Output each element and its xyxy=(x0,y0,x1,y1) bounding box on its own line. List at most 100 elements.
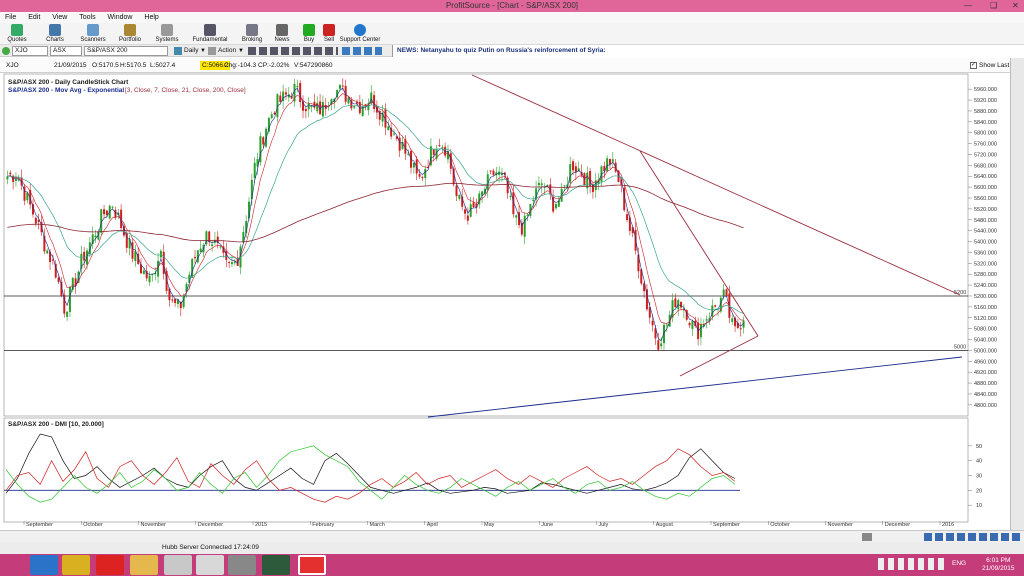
y-tick-label: 4920.000 xyxy=(974,370,997,376)
candle-body xyxy=(341,85,344,87)
candle-body xyxy=(611,159,614,162)
charts-button[interactable]: Charts xyxy=(42,24,68,44)
symbol-code-field[interactable]: XJO xyxy=(12,46,48,56)
candle-body xyxy=(466,215,469,221)
explorer-icon[interactable] xyxy=(130,555,158,575)
candle-body xyxy=(94,235,97,238)
candle-body xyxy=(211,244,214,247)
menu-help[interactable]: Help xyxy=(139,12,163,23)
chrome-icon[interactable] xyxy=(62,555,90,575)
symbol-name-field[interactable]: S&P/ASX 200 xyxy=(84,46,168,56)
x-tick-label: December xyxy=(198,522,224,528)
x-tick-label: November xyxy=(828,522,854,528)
clock-date: 21/09/2015 xyxy=(982,565,1015,572)
candle-body xyxy=(299,82,302,103)
quote-high: H:5170.5 xyxy=(120,62,147,69)
tray-icons[interactable] xyxy=(878,558,948,570)
candle-body xyxy=(469,204,472,217)
price-panel-frame xyxy=(3,73,969,417)
candle-body xyxy=(159,250,162,258)
chart-tools-icons[interactable] xyxy=(248,47,338,55)
navigation-icons[interactable] xyxy=(342,47,382,55)
clock[interactable]: 6:01 PM 21/09/2015 xyxy=(982,557,1015,573)
exchange-field[interactable]: ASX xyxy=(50,46,82,56)
k-app-icon[interactable] xyxy=(96,555,124,575)
x-tick-label: December xyxy=(885,522,911,528)
candle-body xyxy=(373,95,376,110)
news-button[interactable]: News xyxy=(271,24,293,44)
x-tick-label: July xyxy=(599,522,609,528)
buy-icon xyxy=(303,24,315,36)
dmi-y-tick-label: 20 xyxy=(976,488,982,494)
quote-code: XJO xyxy=(6,62,19,69)
candle-body xyxy=(131,242,134,259)
x-tick-label: May xyxy=(484,522,495,528)
news-ticker[interactable]: NEWS: Netanyahu to quiz Putin on Russia'… xyxy=(392,45,1024,57)
broking-button[interactable]: Broking xyxy=(238,24,266,44)
portfolio-button[interactable]: Portfolio xyxy=(115,24,145,44)
profitsource-icon[interactable] xyxy=(298,555,326,575)
mov-avg-title: S&P/ASX 200 - Mov Avg - Exponential xyxy=(8,87,124,94)
candle-body xyxy=(185,283,188,292)
close-button[interactable]: ✕ xyxy=(1012,0,1019,12)
link-icon[interactable] xyxy=(2,47,10,55)
candle-body xyxy=(532,200,535,202)
quotes-button[interactable]: Quotes xyxy=(4,24,30,44)
y-tick-label: 5240.000 xyxy=(974,283,997,289)
y-tick-label: 5320.000 xyxy=(974,261,997,267)
candle-body xyxy=(540,183,543,186)
app-icon-2[interactable] xyxy=(196,555,224,575)
menu-edit[interactable]: Edit xyxy=(23,12,45,23)
action-menu[interactable]: Action xyxy=(218,45,236,57)
vertical-scrollbar[interactable] xyxy=(1010,58,1024,530)
candle-body xyxy=(722,289,725,296)
ie-icon[interactable] xyxy=(30,555,58,575)
minimize-button[interactable]: — xyxy=(964,0,972,12)
show-last-checkbox[interactable]: ✓ xyxy=(970,62,977,69)
candle-body xyxy=(651,320,654,326)
fundamental-button[interactable]: Fundamental xyxy=(190,24,230,44)
keyboard-icon[interactable] xyxy=(862,533,872,541)
app-icon-3[interactable] xyxy=(228,555,256,575)
candle-body xyxy=(71,277,74,290)
chart-scroll-bar[interactable] xyxy=(0,530,1024,542)
chart-area[interactable]: 4800.000 4840.000 4880.000 4920.000 4960.000… xyxy=(0,73,1010,530)
menu-window[interactable]: Window xyxy=(103,12,138,23)
chart-svg[interactable]: 4800.000 4840.000 4880.000 4920.000 4960.000… xyxy=(0,73,1010,530)
candle-body xyxy=(452,168,455,185)
menu-file[interactable]: File xyxy=(0,12,21,23)
buy-button[interactable]: Buy xyxy=(298,24,320,44)
candle-body xyxy=(563,185,566,187)
start-icon[interactable] xyxy=(2,555,24,575)
y-tick-label: 5520.000 xyxy=(974,207,997,213)
menu-tools[interactable]: Tools xyxy=(74,12,100,23)
scroll-controls[interactable] xyxy=(924,533,1020,541)
restore-button[interactable]: ❑ xyxy=(990,0,997,12)
support-center-button[interactable]: Support Center xyxy=(336,24,384,44)
app-icon-1[interactable] xyxy=(164,555,192,575)
show-last-label: Show Last xyxy=(979,62,1010,69)
candle-body xyxy=(492,170,495,176)
candle-body xyxy=(674,298,677,308)
charts-icon xyxy=(49,24,61,36)
candle-body xyxy=(34,217,37,224)
period-select[interactable]: Daily xyxy=(184,45,198,57)
y-tick-label: 5360.000 xyxy=(974,250,997,256)
candle-body xyxy=(421,177,424,179)
quote-change-pct: CP:-2.02% xyxy=(258,62,290,69)
calendar-icon[interactable] xyxy=(174,47,182,55)
candle-body xyxy=(725,289,728,296)
candle-body xyxy=(407,153,410,155)
app-icon-4[interactable] xyxy=(262,555,290,575)
candle-body xyxy=(398,137,401,151)
scanners-button[interactable]: Scanners xyxy=(78,24,108,44)
action-dropdown-icon[interactable]: ▼ xyxy=(238,45,244,57)
y-tick-label: 5120.000 xyxy=(974,316,997,322)
x-tick-label: October xyxy=(770,522,790,528)
systems-button[interactable]: Systems xyxy=(152,24,182,44)
menu-view[interactable]: View xyxy=(47,12,72,23)
language-indicator[interactable]: ENG xyxy=(952,560,966,567)
candle-body xyxy=(188,274,191,283)
candle-body xyxy=(270,114,273,119)
period-dropdown-icon[interactable]: ▼ xyxy=(200,45,206,57)
